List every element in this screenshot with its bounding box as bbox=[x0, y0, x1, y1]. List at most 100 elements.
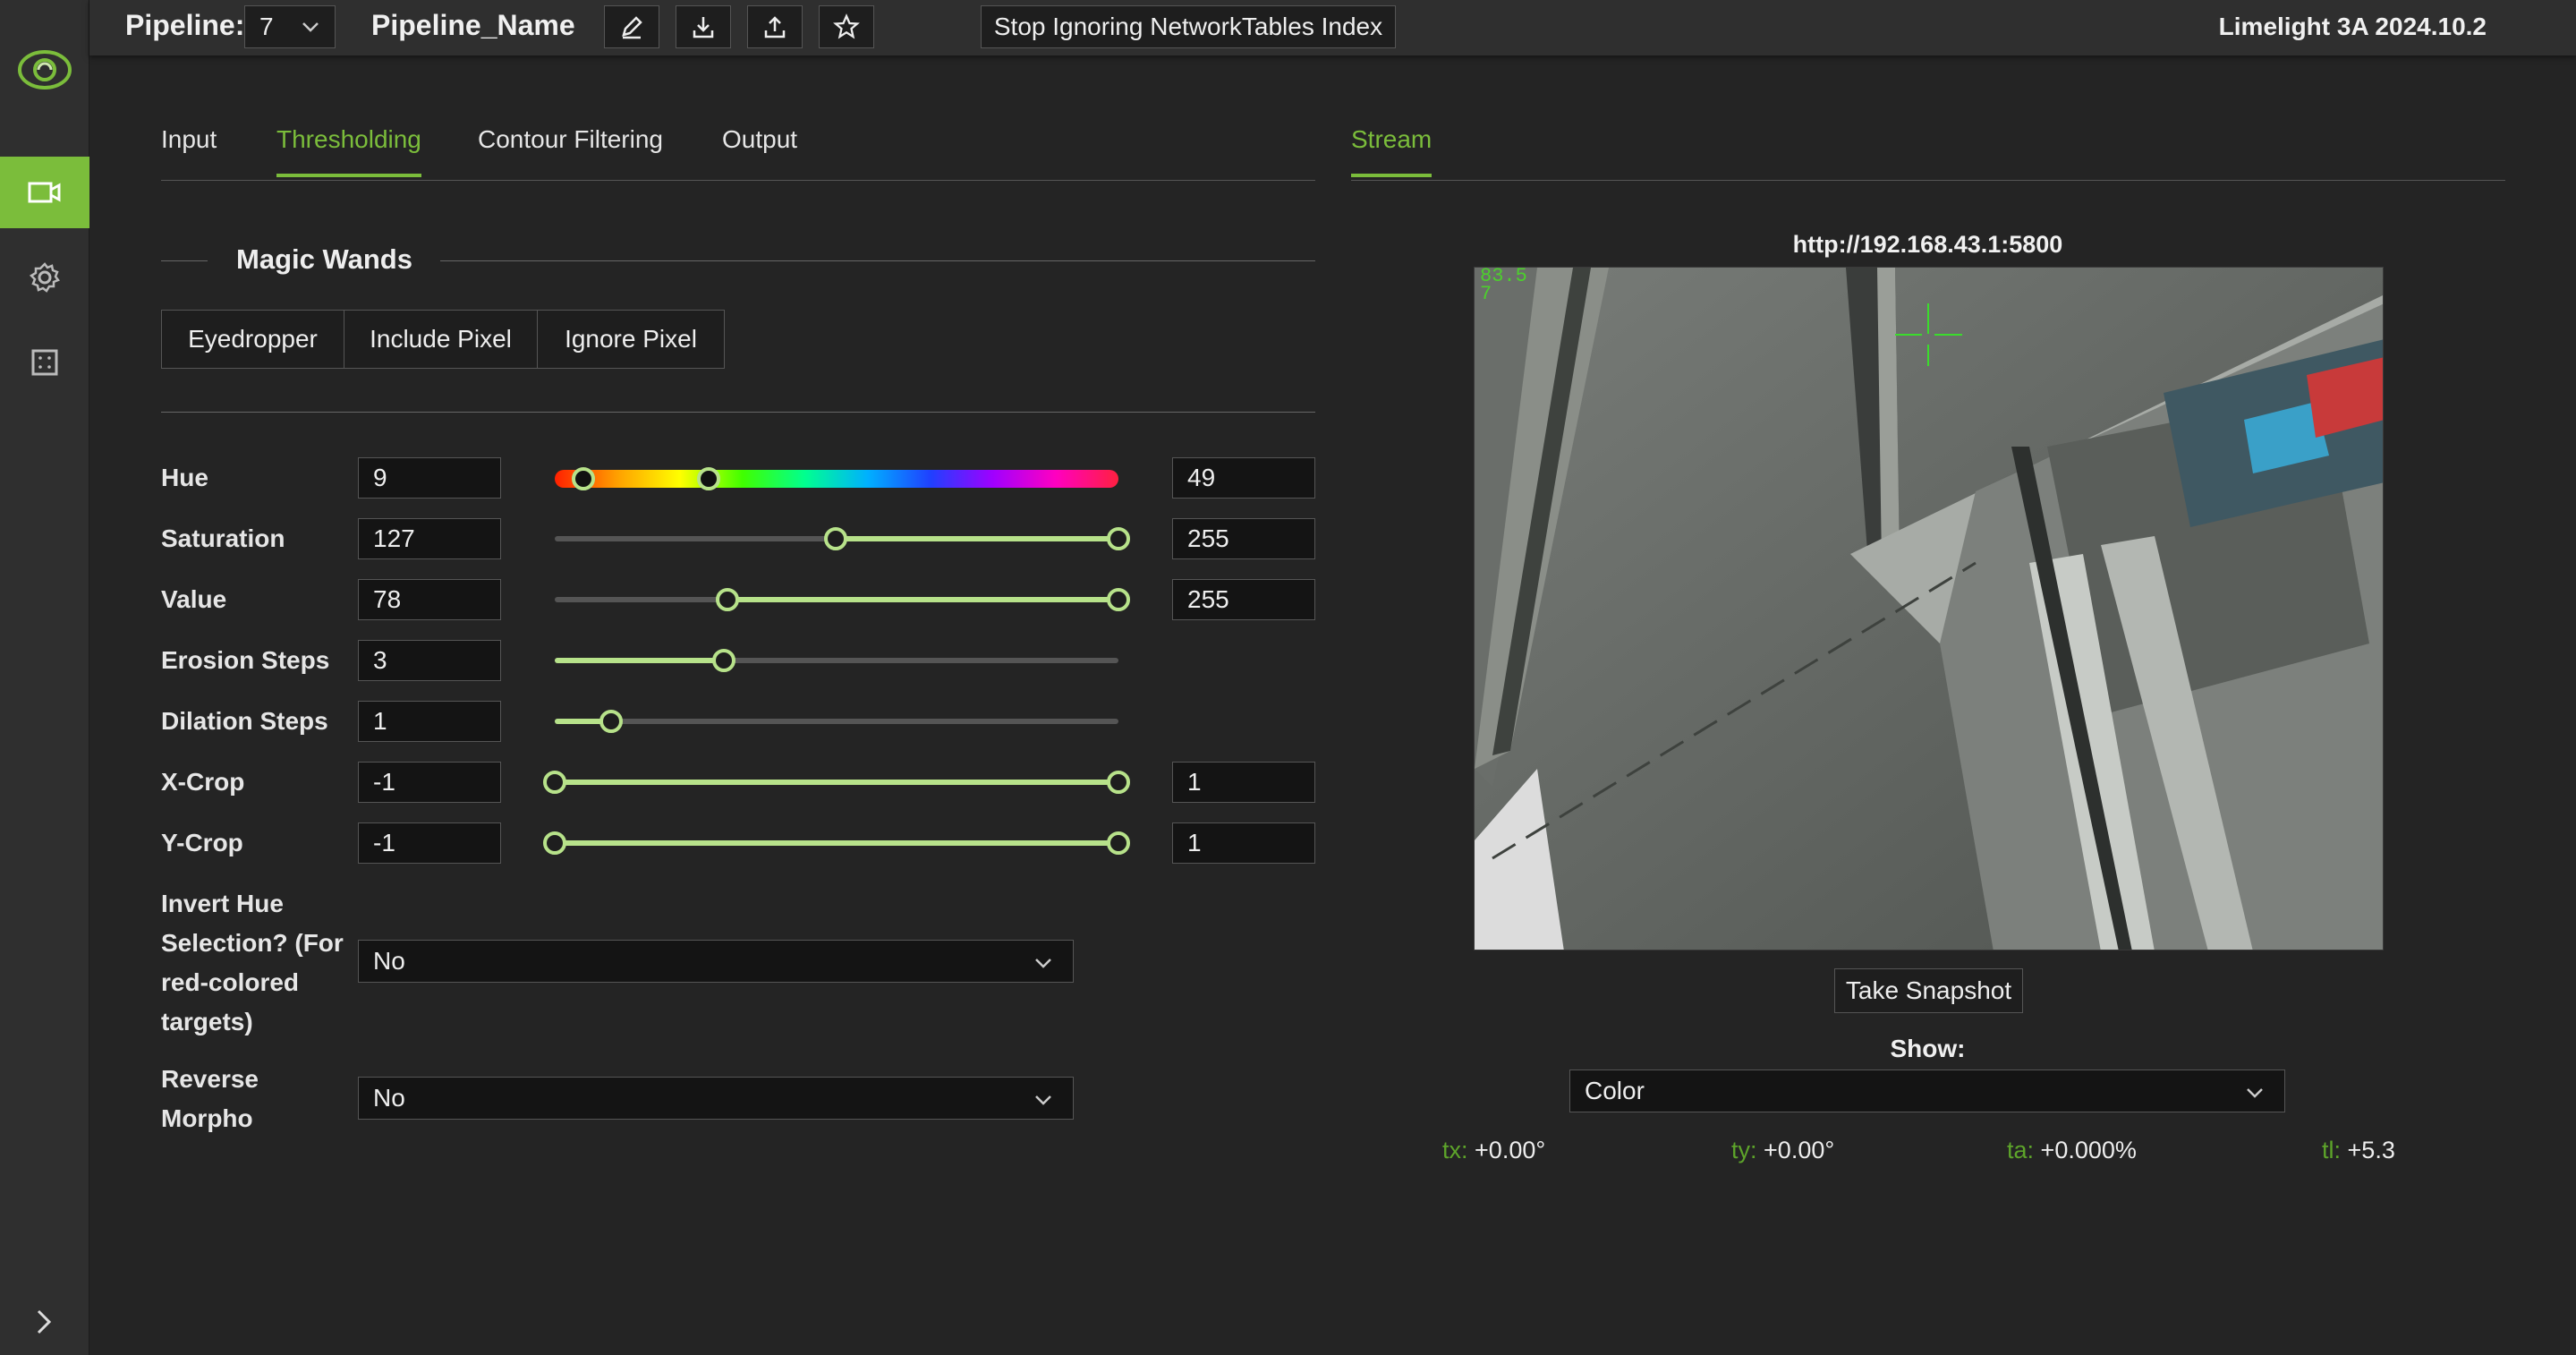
saturation-min-input[interactable]: 127 bbox=[358, 518, 501, 559]
stat-tx-key: tx: bbox=[1442, 1137, 1468, 1163]
ycrop-slider[interactable] bbox=[543, 822, 1130, 864]
stream-overlay-line2: 7 bbox=[1480, 283, 1492, 305]
edit-icon bbox=[622, 16, 642, 39]
chevron-down-icon bbox=[302, 22, 319, 32]
camera-image bbox=[1475, 268, 2383, 950]
xcrop-max-thumb[interactable] bbox=[1107, 771, 1130, 794]
hue-max-input[interactable]: 49 bbox=[1172, 457, 1315, 499]
saturation-max-thumb[interactable] bbox=[1107, 527, 1130, 550]
ycrop-min-thumb[interactable] bbox=[543, 831, 566, 855]
pipeline-label: Pipeline: bbox=[125, 9, 245, 41]
sidebar-item-settings[interactable] bbox=[0, 242, 89, 313]
download-button[interactable] bbox=[676, 5, 731, 48]
stat-tl-key: tl: bbox=[2322, 1137, 2342, 1163]
tab-thresholding[interactable]: Thresholding bbox=[276, 125, 421, 177]
reverse-morpho-value: No bbox=[373, 1084, 405, 1112]
invert-hue-value: No bbox=[373, 947, 405, 975]
tab-bar: Input Thresholding Contour Filtering Out… bbox=[161, 116, 1315, 181]
chevron-right-icon[interactable] bbox=[30, 1308, 57, 1340]
ycrop-label: Y-Crop bbox=[161, 829, 243, 856]
grid-icon bbox=[31, 349, 58, 376]
upload-button[interactable] bbox=[747, 5, 803, 48]
take-snapshot-button[interactable]: Take Snapshot bbox=[1834, 968, 2023, 1013]
show-value: Color bbox=[1585, 1077, 1645, 1104]
erosion-thumb[interactable] bbox=[712, 649, 735, 672]
sidebar bbox=[0, 0, 89, 1355]
erosion-slider[interactable] bbox=[555, 640, 1118, 681]
show-label: Show: bbox=[1890, 1035, 1966, 1062]
include-pixel-button[interactable]: Include Pixel bbox=[344, 311, 538, 368]
dilation-input[interactable]: 1 bbox=[358, 701, 501, 742]
stop-ignoring-nt-button[interactable]: Stop Ignoring NetworkTables Index bbox=[981, 5, 1396, 48]
pipeline-select[interactable]: 7 bbox=[244, 5, 336, 48]
hue-min-thumb[interactable] bbox=[571, 467, 595, 490]
value-slider[interactable] bbox=[555, 579, 1130, 620]
value-min-thumb[interactable] bbox=[715, 588, 739, 611]
slider-track bbox=[555, 719, 1118, 724]
stat-tx: tx: +0.00° bbox=[1442, 1137, 1545, 1164]
star-icon bbox=[833, 13, 860, 39]
gear-icon bbox=[29, 262, 60, 293]
value-max-thumb[interactable] bbox=[1107, 588, 1130, 611]
edit-button[interactable] bbox=[604, 5, 659, 48]
saturation-min-thumb[interactable] bbox=[823, 527, 847, 550]
value-max-input[interactable]: 255 bbox=[1172, 579, 1315, 620]
eyedropper-button[interactable]: Eyedropper bbox=[162, 311, 344, 368]
top-bar: Pipeline: 7 Pipeline_Name Stop Ignoring … bbox=[89, 0, 2576, 55]
show-select[interactable]: Color bbox=[1569, 1070, 2285, 1112]
reverse-morpho-label: Reverse Morpho bbox=[161, 1065, 259, 1132]
tab-output[interactable]: Output bbox=[722, 125, 797, 174]
xcrop-slider[interactable] bbox=[543, 762, 1130, 803]
ycrop-min-input[interactable]: -1 bbox=[358, 822, 501, 864]
chevron-down-icon bbox=[1035, 1095, 1051, 1105]
sidebar-item-camera[interactable] bbox=[0, 157, 89, 228]
value-label: Value bbox=[161, 585, 227, 613]
chevron-down-icon bbox=[2247, 1088, 2263, 1098]
camera-icon bbox=[28, 182, 61, 203]
tab-input[interactable]: Input bbox=[161, 125, 217, 174]
erosion-input[interactable]: 3 bbox=[358, 640, 501, 681]
ignore-pixel-button[interactable]: Ignore Pixel bbox=[538, 311, 724, 368]
stat-tl: tl: +5.3 bbox=[2322, 1137, 2395, 1164]
value-min-input[interactable]: 78 bbox=[358, 579, 501, 620]
stat-tl-value: +5.3 bbox=[2347, 1137, 2395, 1163]
hue-min-input[interactable]: 9 bbox=[358, 457, 501, 499]
sidebar-item-grid[interactable] bbox=[0, 327, 89, 398]
stat-ty-value: +0.00° bbox=[1764, 1137, 1835, 1163]
stat-ty: ty: +0.00° bbox=[1731, 1137, 1834, 1164]
slider-fill bbox=[555, 658, 724, 663]
invert-hue-select[interactable]: No bbox=[358, 940, 1074, 983]
download-icon bbox=[693, 17, 714, 38]
dilation-slider[interactable] bbox=[555, 701, 1118, 742]
magic-wand-group: Eyedropper Include Pixel Ignore Pixel bbox=[161, 310, 725, 369]
xcrop-label: X-Crop bbox=[161, 768, 245, 796]
hue-slider[interactable] bbox=[555, 457, 1118, 499]
invert-hue-label: Invert Hue Selection? (For red-colored t… bbox=[161, 890, 344, 1035]
hue-max-thumb[interactable] bbox=[696, 467, 720, 490]
stat-ty-key: ty: bbox=[1731, 1137, 1757, 1163]
stat-ta-value: +0.000% bbox=[2040, 1137, 2137, 1163]
stat-ta-key: ta: bbox=[2007, 1137, 2035, 1163]
logo-icon bbox=[0, 34, 89, 106]
section-divider bbox=[161, 260, 208, 261]
favorite-button[interactable] bbox=[819, 5, 874, 48]
pipeline-name[interactable]: Pipeline_Name bbox=[371, 9, 575, 42]
hue-gradient-track bbox=[555, 470, 1118, 488]
chevron-down-icon bbox=[1035, 959, 1051, 968]
xcrop-min-input[interactable]: -1 bbox=[358, 762, 501, 803]
saturation-label: Saturation bbox=[161, 524, 285, 552]
reverse-morpho-select[interactable]: No bbox=[358, 1077, 1074, 1120]
tab-contour-filtering[interactable]: Contour Filtering bbox=[478, 125, 663, 174]
dilation-thumb[interactable] bbox=[599, 710, 623, 733]
dilation-label: Dilation Steps bbox=[161, 707, 328, 735]
xcrop-max-input[interactable]: 1 bbox=[1172, 762, 1315, 803]
ycrop-max-input[interactable]: 1 bbox=[1172, 822, 1315, 864]
ycrop-max-thumb[interactable] bbox=[1107, 831, 1130, 855]
magic-wands-title: Magic Wands bbox=[236, 243, 412, 275]
stat-ta: ta: +0.000% bbox=[2007, 1137, 2137, 1164]
tab-stream[interactable]: Stream bbox=[1351, 125, 1433, 177]
saturation-max-input[interactable]: 255 bbox=[1172, 518, 1315, 559]
xcrop-min-thumb[interactable] bbox=[543, 771, 566, 794]
saturation-slider[interactable] bbox=[555, 518, 1130, 559]
camera-stream[interactable]: 83.5 7 bbox=[1474, 267, 2384, 950]
